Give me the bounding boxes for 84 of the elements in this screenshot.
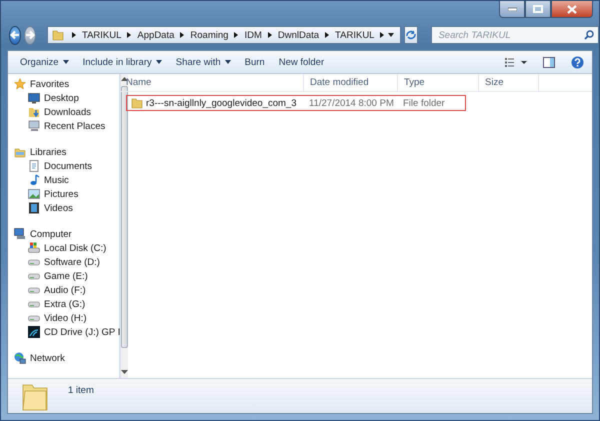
nav-item[interactable]: Music [8, 173, 120, 187]
toolbar-button[interactable]: Organize [14, 54, 75, 70]
computer-icon [28, 120, 40, 132]
breadcrumb-item[interactable]: DwnlData [278, 30, 320, 40]
nav-item[interactable]: Local Disk (C:) [8, 241, 120, 255]
chevron-icon[interactable] [72, 32, 76, 38]
back-arrow-icon [10, 30, 20, 40]
nav-item[interactable]: Videos [8, 201, 120, 215]
back-button[interactable] [9, 26, 21, 44]
close-icon [567, 4, 577, 14]
file-type: File folder [402, 98, 446, 108]
nav-item[interactable]: Documents [8, 159, 120, 173]
search-icon [584, 30, 594, 40]
star-icon [14, 78, 26, 90]
nav-item[interactable]: Game (E:) [8, 269, 120, 283]
breadcrumb-item[interactable]: Roaming [190, 30, 228, 40]
breadcrumb-item[interactable]: AppData [137, 30, 174, 40]
file-row[interactable]: r3---sn-aigllnly_googlevideo_com_3 11/27/2014 8:00 PM File folder [126, 95, 466, 111]
refresh-button[interactable] [404, 26, 418, 44]
scroll-thumb[interactable] [121, 86, 128, 348]
file-name: r3---sn-aigllnly_googlevideo_com_3 [146, 98, 296, 108]
folder-icon [131, 97, 143, 109]
scroll-down-icon[interactable] [121, 370, 128, 375]
chevron-icon[interactable] [268, 32, 272, 38]
chevron-icon[interactable] [234, 32, 238, 38]
nav-item[interactable]: Desktop [8, 91, 120, 105]
search-field[interactable]: Search TARIKUL [431, 26, 600, 44]
refresh-icon [405, 30, 418, 40]
chevron-icon[interactable] [325, 32, 330, 38]
maximize-icon [533, 5, 543, 13]
music-note-icon [28, 174, 40, 186]
column-header[interactable]: Type [398, 74, 479, 91]
chevron-icon[interactable] [127, 32, 132, 38]
minimize-button[interactable] [499, 1, 525, 18]
document-icon [28, 160, 40, 172]
nav-item[interactable]: Downloads [8, 105, 120, 119]
toolbar-button[interactable]: Share with [170, 54, 237, 70]
minimize-icon [508, 7, 516, 11]
nav-item[interactable]: Software (D:) [8, 255, 120, 269]
folder-icon [52, 29, 64, 41]
nav-group-item[interactable]: Libraries [8, 145, 120, 159]
toolbar-button[interactable]: Include in library [76, 54, 168, 70]
toolbar-button[interactable]: New folder [272, 54, 330, 70]
help-button[interactable] [569, 54, 586, 70]
column-header[interactable]: Size [479, 74, 539, 91]
monitor-icon [28, 92, 40, 104]
breadcrumb-item[interactable]: TARIKUL [335, 30, 374, 40]
scroll-up-icon[interactable] [121, 77, 128, 82]
item-count: 1 item [68, 385, 94, 396]
forward-arrow-icon [25, 30, 35, 40]
chevron-icon[interactable] [180, 32, 184, 38]
drive-icon [28, 242, 40, 254]
computer-icon [14, 228, 26, 240]
column-header[interactable]: Name [120, 74, 304, 91]
date-modified: 11/27/2014 8:00 PM [308, 98, 395, 108]
network-icon [14, 352, 26, 364]
forward-button[interactable] [24, 26, 36, 44]
maximize-button[interactable] [525, 1, 551, 18]
address-bar[interactable]: TARIKUL AppData Roaming IDM DwnlData TARIKUL [47, 26, 402, 44]
nav-group-item[interactable]: Favorites [8, 77, 120, 91]
chevron-icon[interactable] [380, 32, 384, 38]
picture-icon [28, 188, 40, 200]
nav-item[interactable]: Extra (G:) [8, 297, 120, 311]
nav-group-item[interactable]: Computer [8, 227, 120, 241]
nav-item[interactable]: Pictures [8, 187, 120, 201]
help-icon [571, 56, 584, 68]
close-button[interactable] [551, 1, 593, 18]
film-icon [28, 202, 40, 214]
library-icon [14, 146, 26, 158]
toolbar-button[interactable]: Burn [238, 54, 271, 70]
breadcrumb-item[interactable]: IDM [244, 30, 262, 40]
nav-item[interactable]: Video (H:) [8, 311, 120, 325]
caret-icon[interactable] [388, 33, 394, 37]
preview-pane-button[interactable] [541, 54, 557, 70]
modem-icon [28, 326, 40, 338]
nav-item[interactable]: CD Drive (J:) GP I [8, 325, 120, 339]
column-header[interactable]: Date modified [304, 74, 398, 91]
view-options-button[interactable] [503, 56, 529, 68]
folder-icon [28, 106, 40, 118]
scrollbar[interactable] [120, 74, 128, 378]
nav-group-item[interactable]: Network [8, 351, 120, 365]
nav-item[interactable]: Audio (F:) [8, 283, 120, 297]
breadcrumb-item[interactable]: TARIKUL [82, 30, 122, 40]
nav-item[interactable]: Recent Places [8, 119, 120, 133]
